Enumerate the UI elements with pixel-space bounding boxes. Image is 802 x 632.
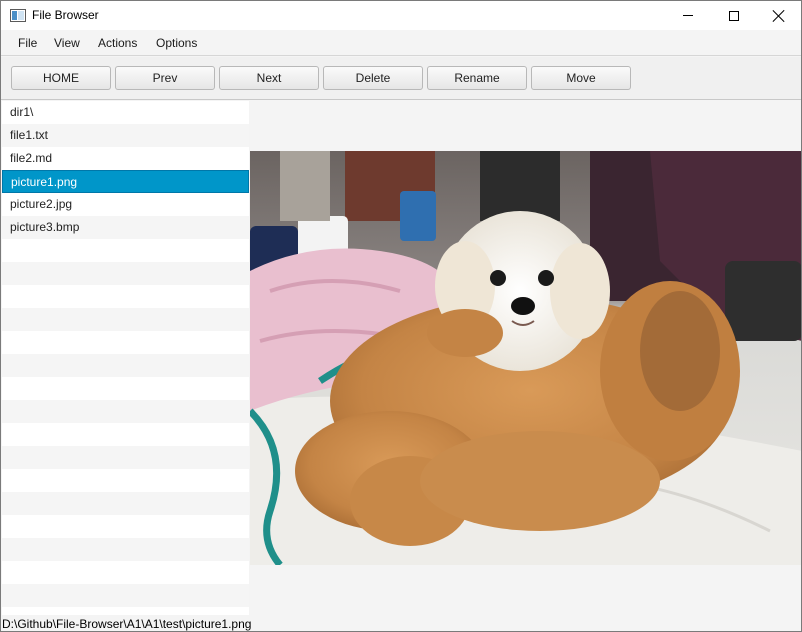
- empty-row: [2, 584, 249, 607]
- image-preview-pane: [250, 101, 801, 615]
- list-item-file1[interactable]: file1.txt: [2, 124, 249, 147]
- empty-row: [2, 354, 249, 377]
- list-item-picture2[interactable]: picture2.jpg: [2, 193, 249, 216]
- maximize-icon: [729, 10, 739, 21]
- toolbar: HOME Prev Next Delete Rename Move: [1, 57, 801, 100]
- prev-button[interactable]: Prev: [115, 66, 215, 90]
- current-path: D:\Github\File-Browser\A1\A1\test\pictur…: [2, 617, 252, 631]
- empty-row: [2, 308, 249, 331]
- empty-row: [2, 446, 249, 469]
- window-title: File Browser: [32, 8, 99, 22]
- empty-row: [2, 400, 249, 423]
- status-bar: D:\Github\File-Browser\A1\A1\test\pictur…: [1, 615, 801, 631]
- menu-bar: File View Actions Options: [1, 30, 801, 56]
- close-button[interactable]: [756, 1, 801, 30]
- menu-view[interactable]: View: [54, 36, 80, 50]
- empty-row: [2, 492, 249, 515]
- maximize-button[interactable]: [711, 1, 757, 30]
- empty-row: [2, 331, 249, 354]
- list-item-picture1-selected[interactable]: picture1.png: [2, 170, 249, 193]
- preview-image: [250, 151, 801, 565]
- minimize-button[interactable]: [665, 1, 711, 30]
- empty-row: [2, 423, 249, 446]
- empty-row: [2, 515, 249, 538]
- move-button[interactable]: Move: [531, 66, 631, 90]
- menu-file[interactable]: File: [18, 36, 37, 50]
- file-browser-window: File Browser File View Actions Options H…: [0, 0, 802, 632]
- app-window-icon: [10, 9, 26, 22]
- delete-button[interactable]: Delete: [323, 66, 423, 90]
- title-bar[interactable]: File Browser: [1, 1, 801, 30]
- empty-row: [2, 262, 249, 285]
- empty-row: [2, 538, 249, 561]
- list-item-dir1[interactable]: dir1\: [2, 101, 249, 124]
- rename-button[interactable]: Rename: [427, 66, 527, 90]
- menu-actions[interactable]: Actions: [98, 36, 137, 50]
- empty-row: [2, 285, 249, 308]
- empty-row: [2, 561, 249, 584]
- list-item-picture3[interactable]: picture3.bmp: [2, 216, 249, 239]
- empty-row: [2, 239, 249, 262]
- menu-options[interactable]: Options: [156, 36, 197, 50]
- empty-row: [2, 377, 249, 400]
- minimize-icon: [683, 15, 693, 16]
- list-item-file2[interactable]: file2.md: [2, 147, 249, 170]
- empty-row: [2, 469, 249, 492]
- home-button[interactable]: HOME: [11, 66, 111, 90]
- next-button[interactable]: Next: [219, 66, 319, 90]
- close-icon: [773, 10, 785, 22]
- file-list[interactable]: dir1\ file1.txt file2.md picture1.png pi…: [2, 101, 249, 615]
